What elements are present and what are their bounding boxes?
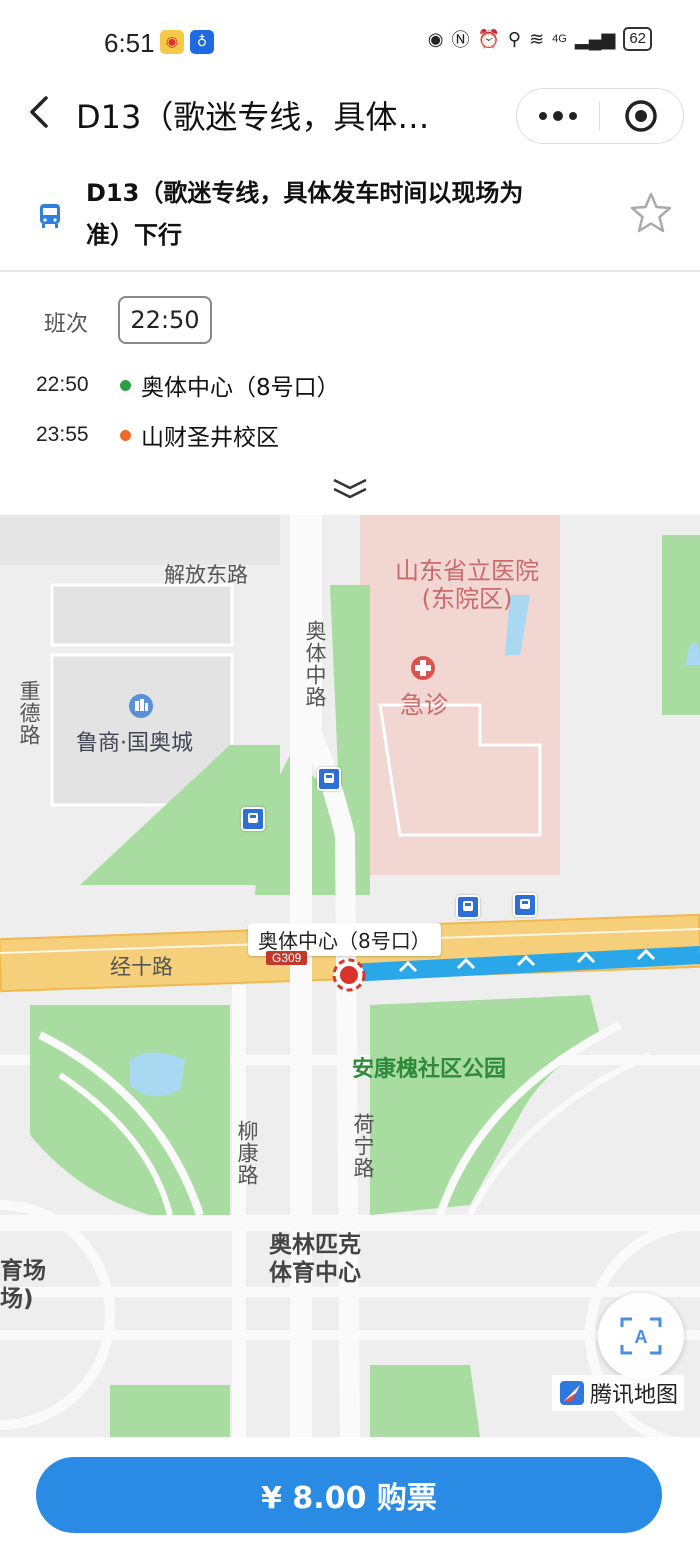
stop-name: 山财圣井校区 [141,425,279,451]
status-time: 6:51 [104,28,155,58]
poi-park[interactable]: 安康槐社区公园 [352,1051,506,1083]
poi-hospital[interactable]: 山东省立医院(东院区) [382,557,552,613]
start-dot-icon [120,379,131,391]
buy-ticket-button[interactable]: ¥ 8.00 购票 [36,1457,662,1533]
more-button[interactable] [517,89,599,143]
stop-row-end[interactable]: 23:55 山财圣井校区 [36,417,279,453]
road-label: 重德路 [17,680,41,746]
page-title: D13（歌迷专线，具体… [76,98,430,136]
svg-text:A: A [635,1327,648,1347]
nav-bar: D13（歌迷专线，具体… [0,76,700,156]
ai-recognition-button[interactable]: A [598,1293,684,1379]
footer: ¥ 8.00 购票 [0,1437,700,1556]
map-canvas [0,515,700,1437]
signal-icon: ▂▄▆ [574,28,616,49]
scan-text-icon: A [620,1317,662,1355]
bus-stop-icon[interactable] [317,767,341,791]
status-bar: 6:51 ◉ ♁ ◉ Ⓝ ⏰ ⚲ ≋ 4G ▂▄▆ 62 [0,0,700,88]
poi-stadium[interactable]: 奥林匹克体育中心 [258,1231,372,1287]
alarm-icon: ⏰ [477,28,500,49]
hospital-icon [411,656,435,680]
back-arrow-icon [30,96,48,128]
stop-name: 奥体中心（8号口） [141,375,340,401]
road-label: 柳康路 [235,1120,259,1186]
building-icon [129,694,153,718]
location-icon: ⚲ [507,28,522,49]
miniapp-capsule [516,88,684,144]
more-dots-icon [539,111,577,121]
app-notification-icon: ♁ [190,30,214,54]
trip-time-selector[interactable]: 22:50 [118,296,212,344]
stop-time: 22:50 [36,373,89,396]
battery-level: 62 [623,27,652,51]
route-name: D13（歌迷专线，具体发车时间以现场为准）下行 [86,179,524,249]
bus-stop-icon[interactable] [241,807,265,831]
bus-icon [40,204,60,228]
map-provider-logo: 腾讯地图 [552,1375,685,1411]
stop-row-start[interactable]: 22:50 奥体中心（8号口） [36,367,340,403]
expand-chevron-icon[interactable] [330,476,370,500]
favorite-star-icon[interactable] [628,190,674,236]
highway-shield: G309 [266,951,308,965]
trip-label: 班次 [44,312,89,337]
end-dot-icon [120,429,131,441]
wifi-icon: ≋ [529,28,545,49]
poi-stadium-left[interactable]: 育场场) [0,1257,56,1313]
poi-emergency[interactable]: 急诊 [400,685,448,720]
bus-stop-icon[interactable] [513,893,537,917]
route-header: D13（歌迷专线，具体发车时间以现场为准）下行 [0,160,700,272]
tencent-map-icon [560,1381,584,1405]
nfc-icon: Ⓝ [451,30,470,50]
stop-time: 23:55 [36,423,89,446]
bus-stop-icon[interactable] [456,895,480,919]
poi-mall[interactable]: 鲁商·国奥城 [76,725,193,757]
close-miniapp-button[interactable] [600,89,682,143]
schedule-panel: 班次 22:50 22:50 奥体中心（8号口） 23:55 山财圣井校区 [0,272,700,512]
eye-icon: ◉ [427,28,444,49]
map-view[interactable]: 解放东路 奥体中路 重德路 经十路 柳康路 荷宁路 山东省立医院(东院区) 急诊… [0,515,700,1437]
weibo-icon: ◉ [160,30,184,54]
road-label: 荷宁路 [351,1113,375,1179]
road-label: 解放东路 [164,563,248,587]
network-type: 4G [552,33,567,45]
road-label: 奥体中路 [303,620,327,708]
road-label: 经十路 [110,955,173,979]
target-close-icon [625,100,657,132]
back-button[interactable] [22,92,62,132]
